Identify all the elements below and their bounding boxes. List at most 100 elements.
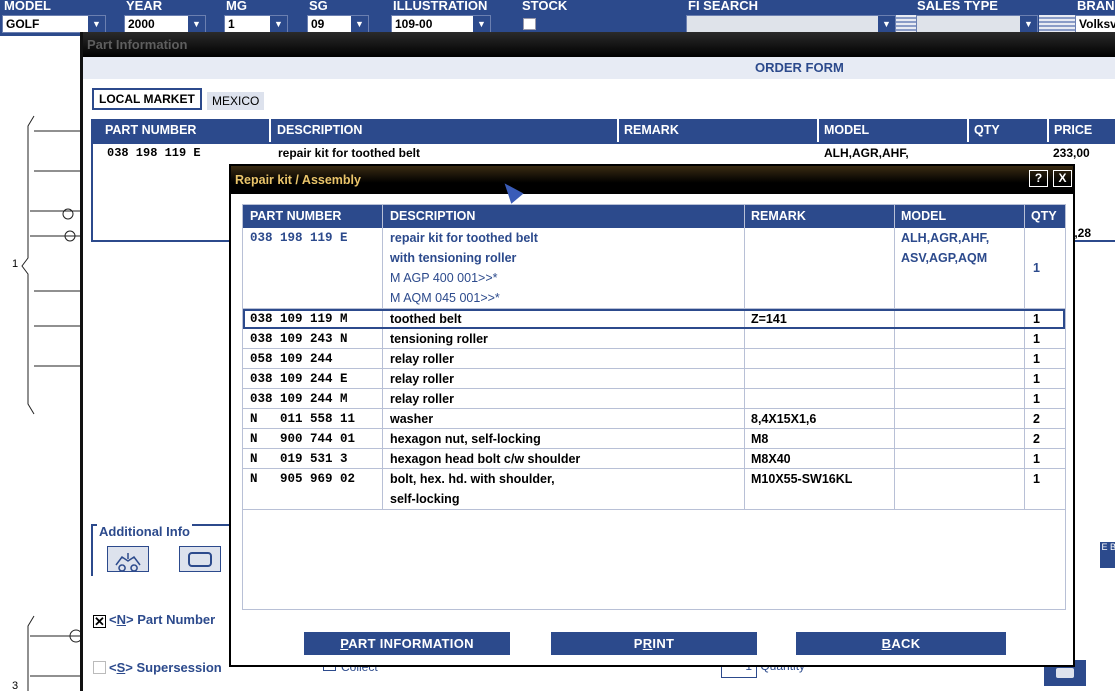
stock-label: STOCK [522,0,568,13]
table-row[interactable]: 038 109 243 N tensioning roller 1 [243,329,1065,349]
checkbox-checked[interactable]: ✕ [93,615,106,628]
qty: 1 [1033,332,1040,346]
table-row[interactable]: N 905 969 02 bolt, hex. hd. with shoulde… [243,469,1065,510]
shortcut-key: N [116,612,126,627]
chevron-down-icon: ▼ [878,16,895,32]
back-button[interactable]: BACK [796,632,1006,655]
remark: M10X55-SW16KL [751,472,853,486]
supersession-option[interactable]: <S> Supersession [93,660,222,675]
engine-icon[interactable] [107,546,149,572]
print-button[interactable]: PRINT [551,632,757,655]
stripe-decoration [1039,15,1075,33]
chevron-down-icon: ▼ [1020,16,1037,32]
qty: 1 [1033,452,1040,466]
col-description: DESCRIPTION [390,209,476,223]
sg-label: SG [309,0,328,13]
parts-diagram: 1 3 [0,36,82,691]
order-form-link[interactable]: ORDER FORM [755,60,844,75]
part-number: 038 109 244 M [250,392,348,406]
description: tensioning roller [390,332,488,346]
chevron-down-icon: ▼ [88,16,105,32]
qty: 1 [1033,472,1040,486]
year-select[interactable]: 2000 ▼ [124,15,206,33]
sg-value: 09 [311,17,325,31]
tab-mexico[interactable]: MEXICO [207,92,265,110]
remark: M8 [751,432,769,446]
col-model: MODEL [824,123,870,137]
description: with tensioning roller [390,251,517,265]
brand-value: Volksv [1079,17,1115,31]
col-separator [967,119,969,142]
table-row[interactable]: 038 109 119 M toothed belt Z=141 1 [243,309,1065,329]
col-separator [269,119,271,142]
tab-local-market[interactable]: LOCAL MARKET [92,88,202,110]
description: bolt, hex. hd. with shoulder, [390,472,555,486]
table-row[interactable]: 038 109 244 E relay roller 1 [243,369,1065,389]
description: repair kit for toothed belt [278,146,421,160]
table-row[interactable]: N 011 558 11 washer 8,4X15X1,6 2 [243,409,1065,429]
model: ALH,AGR,AHF, [901,231,990,245]
qty: 2 [1033,432,1040,446]
repair-kit-dialog: Repair kit / Assembly ? X PART NUMBER DE… [229,164,1075,667]
model: ALH,AGR,AHF, [824,146,909,160]
col-part-number: PART NUMBER [105,123,197,137]
description: hexagon head bolt c/w shoulder [390,452,581,466]
mg-select[interactable]: 1 ▼ [224,15,288,33]
stock-checkbox[interactable] [523,18,536,30]
sg-select[interactable]: 09 ▼ [307,15,369,33]
qty: 1 [1033,372,1040,386]
chevron-down-icon: ▼ [351,16,368,32]
diagram-label: 1 [12,258,19,270]
illustration-select[interactable]: 109-00 ▼ [391,15,491,33]
table-row[interactable]: 058 109 244 relay roller 1 [243,349,1065,369]
mg-value: 1 [228,17,235,31]
col-remark: REMARK [751,209,806,223]
button-label: ACK [891,636,921,651]
model-select[interactable]: GOLF ▼ [2,15,106,33]
part-information-button[interactable]: PART INFORMATION [304,632,510,655]
part-number: N 900 744 01 [250,432,356,446]
description: M AQM 045 001>>* [390,291,500,305]
table-row[interactable]: N 900 744 01 hexagon nut, self-locking M… [243,429,1065,449]
table-row[interactable]: 038 109 244 M relay roller 1 [243,389,1065,409]
kit-header-row[interactable]: 038 198 119 E repair kit for toothed bel… [243,228,1065,309]
window-title: Part Information [83,32,1115,57]
part-number: N 019 531 3 [250,452,348,466]
qty: 1 [1033,261,1040,275]
checkbox-unchecked[interactable] [93,661,106,674]
diagram-lines [21,115,82,691]
brand-select[interactable]: Volksv [1075,15,1115,33]
col-qty: QTY [1031,209,1057,223]
col-separator [1047,119,1049,142]
dialog-title: Repair kit / Assembly [235,173,361,187]
part-number-option[interactable]: ✕ <N> Part Number [93,612,215,628]
qty: 2 [1033,412,1040,426]
help-icon[interactable]: ? [1029,170,1048,187]
description: self-locking [390,492,460,506]
table-row[interactable]: N 019 531 3 hexagon head bolt c/w should… [243,449,1065,469]
description: relay roller [390,372,454,386]
shortcut-key: R [642,636,653,651]
stripe-decoration [896,15,916,33]
qty: 1 [1033,392,1040,406]
sales-type-select[interactable]: ▼ [916,15,1038,33]
remark: Z=141 [751,312,787,326]
model: ASV,AGP,AQM [901,251,988,265]
filter-bar: MODEL GOLF ▼ YEAR 2000 ▼ MG 1 ▼ SG 09 ▼ ILLU… [0,0,1115,36]
brand-label: BRAN [1077,0,1115,13]
frame-icon[interactable] [179,546,221,572]
col-part-number: PART NUMBER [250,209,342,223]
part-number: 038 109 244 E [250,372,348,386]
diagram-label: 3 [12,680,19,691]
frame-glyph [188,552,212,567]
chevron-down-icon: ▼ [188,16,205,32]
price: 233,00 [1053,146,1090,160]
kit-table-header: PART NUMBER DESCRIPTION REMARK MODEL QTY [243,205,1065,228]
side-button[interactable]: E BO [1100,542,1115,568]
close-icon[interactable]: X [1053,170,1072,187]
fi-search-select[interactable]: ▼ [686,15,896,33]
dialog-titlebar: Repair kit / Assembly ? X [231,166,1073,194]
engine-glyph [115,553,141,572]
model-label: MODEL [4,0,51,13]
part-number: 038 109 243 N [250,332,348,346]
